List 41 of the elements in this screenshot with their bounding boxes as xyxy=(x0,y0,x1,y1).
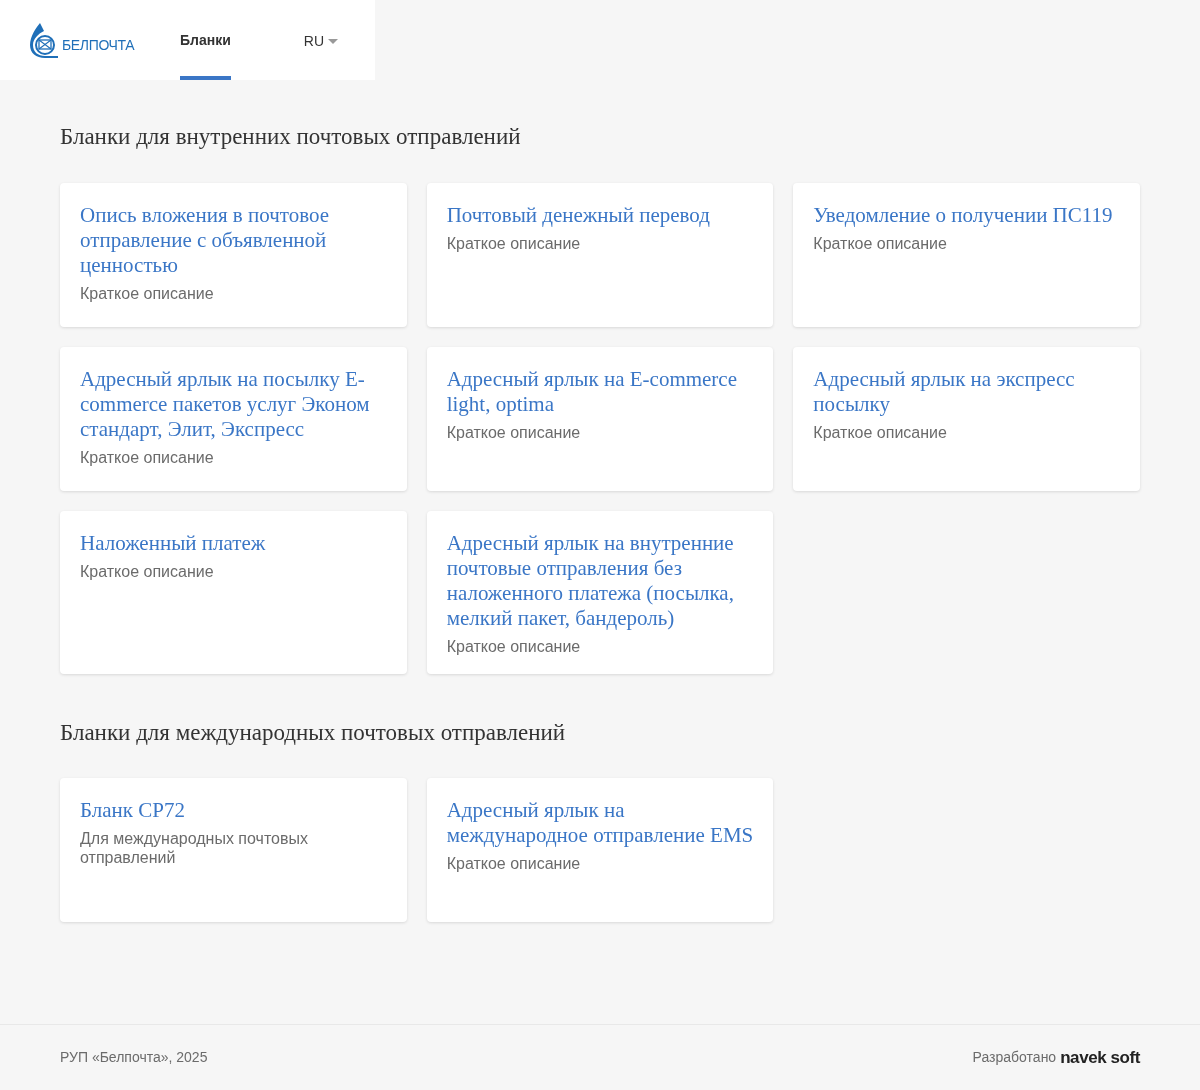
form-card[interactable]: Наложенный платеж Краткое описание xyxy=(60,510,407,674)
form-card[interactable]: Адресный ярлык на экспресс посылку Краткое описание xyxy=(793,346,1140,491)
card-title[interactable]: Почтовый денежный перевод xyxy=(446,202,754,228)
caret-icon xyxy=(328,38,339,45)
card-description: Краткое описание xyxy=(80,561,215,581)
card-title[interactable]: Адресный ярлык на экспресс посылку xyxy=(813,366,1120,417)
card-title[interactable]: Опись вложения в почтовое отправление с объявленной ценностью xyxy=(80,202,387,278)
card-description: Краткое описание xyxy=(446,422,582,442)
card-description: Краткое описание xyxy=(80,447,215,467)
card-title[interactable]: Бланк СР72 xyxy=(80,798,387,823)
developer-logo[interactable]: navek soft xyxy=(1060,1044,1140,1071)
card-description: Для международных почтовых отправлений xyxy=(80,829,309,867)
form-card[interactable]: Уведомление о получении ПС119 Краткое описание xyxy=(793,182,1140,327)
section-title: Бланки для внутренних почтовых отправлений xyxy=(60,123,522,151)
card-title[interactable]: Адресный ярлык на внутренние почтовые отправления без наложенного платежа (посылка, мелкий пакет, бандероль) xyxy=(446,530,754,631)
card-title[interactable]: Уведомление о получении ПС119 xyxy=(813,202,1120,228)
card-description: Краткое описание xyxy=(813,233,948,253)
form-card[interactable]: Адресный ярлык на внутренние почтовые отправления без наложенного платежа (посылка, мелкий пакет, бандероль) Краткое описание xyxy=(426,510,774,674)
copyright-text: РУП «Белпочта», 2025 xyxy=(60,1048,208,1067)
form-card[interactable]: Адресный ярлык на посылку E-commerce пакетов услуг Эконом стандарт, Элит, Экспресс Краткое описание xyxy=(60,346,407,491)
card-description: Краткое описание xyxy=(446,233,582,253)
form-card[interactable]: Адресный ярлык на международное отправление EMS Краткое описание xyxy=(426,778,774,922)
section-title: Бланки для международных почтовых отправлений xyxy=(60,718,567,747)
logo-icon xyxy=(30,22,60,58)
card-title[interactable]: Наложенный платеж xyxy=(80,530,387,556)
card-title[interactable]: Адресный ярлык на E-commerce light, optima xyxy=(446,366,754,417)
card-title[interactable]: Адресный ярлык на международное отправление EMS xyxy=(446,798,754,848)
form-card[interactable]: Почтовый денежный перевод Краткое описание xyxy=(426,182,774,327)
card-description: Краткое описание xyxy=(80,283,215,303)
language-dropdown[interactable]: RU xyxy=(303,31,339,52)
card-description: Краткое описание xyxy=(446,854,582,873)
card-description: Краткое описание xyxy=(446,636,582,656)
card-title[interactable]: Адресный ярлык на посылку E-commerce пакетов услуг Эконом стандарт, Элит, Экспресс xyxy=(80,366,387,442)
developer-credit: Разработано xyxy=(972,1048,1057,1067)
logo-text: БЕЛПОЧТА xyxy=(62,38,135,52)
form-card[interactable]: Адресный ярлык на E-commerce light, optima Краткое описание xyxy=(426,346,774,491)
form-card[interactable]: Бланк СР72 Для международных почтовых отправлений xyxy=(60,778,407,922)
form-card[interactable]: Опись вложения в почтовое отправление с объявленной ценностью Краткое описание xyxy=(60,182,407,327)
logo[interactable]: БЕЛПОЧТА xyxy=(30,22,135,58)
card-description: Краткое описание xyxy=(813,422,948,442)
nav-tab[interactable]: Бланки xyxy=(180,0,231,80)
